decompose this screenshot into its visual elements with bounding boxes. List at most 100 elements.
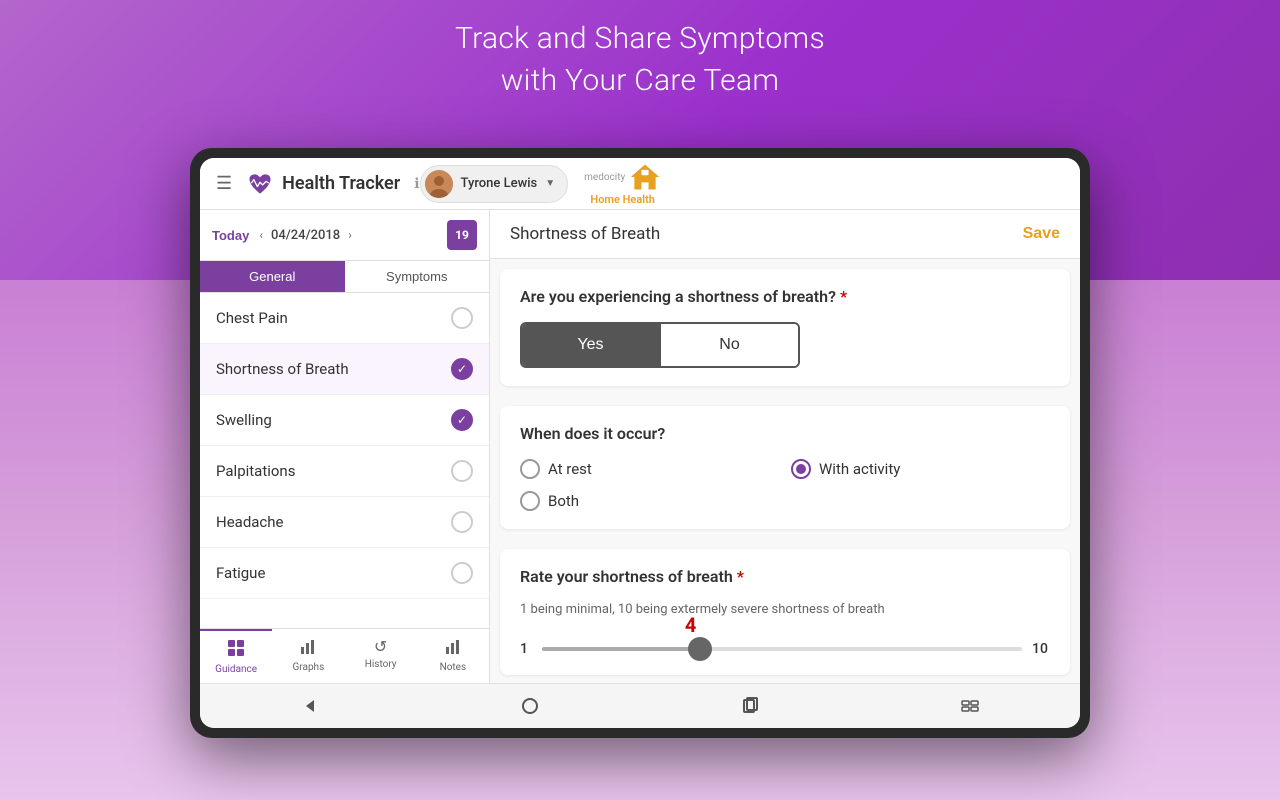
symptom-label: Swelling	[216, 411, 272, 429]
slider-section: 1 being minimal, 10 being extermely seve…	[520, 602, 1050, 657]
question-card-3: Rate your shortness of breath * 1 being …	[500, 549, 1070, 675]
symptom-item-palpitations[interactable]: Palpitations	[200, 446, 489, 497]
check-circle-checked: ✓	[451, 358, 473, 380]
info-icon[interactable]: ℹ	[414, 176, 419, 192]
date-bar: Today ‹ 04/24/2018 › 19	[200, 210, 489, 261]
question3-label: Rate your shortness of breath	[520, 567, 733, 586]
current-date: 04/24/2018	[271, 228, 340, 243]
user-selector[interactable]: Tyrone Lewis ▼	[420, 165, 569, 203]
slider-thumb[interactable]	[688, 637, 712, 661]
radio-both[interactable]: Both	[520, 491, 779, 511]
question-card-1: Are you experiencing a shortness of brea…	[500, 269, 1070, 386]
slider-container: 4 1 10	[520, 641, 1050, 657]
calendar-icon[interactable]: 19	[447, 220, 477, 250]
user-name: Tyrone Lewis	[461, 176, 538, 191]
main-content: Today ‹ 04/24/2018 › 19 General Symptoms	[200, 210, 1080, 683]
save-button[interactable]: Save	[1023, 225, 1060, 243]
tab-general[interactable]: General	[200, 261, 345, 292]
yes-button[interactable]: Yes	[522, 324, 659, 366]
nav-notes[interactable]: Notes	[417, 629, 489, 683]
symptom-label: Palpitations	[216, 462, 295, 480]
slider-min: 1	[520, 641, 532, 657]
check-circle-checked: ✓	[451, 409, 473, 431]
question-card-2: When does it occur? At rest With activit…	[500, 406, 1070, 529]
tablet-screen: ☰ Health Tracker ℹ Tyrone Lewis	[200, 158, 1080, 728]
radio-with-activity-label: With activity	[819, 460, 900, 478]
panel-title: Shortness of Breath	[510, 224, 660, 244]
required-star-3: *	[737, 567, 744, 586]
menu-icon[interactable]: ☰	[216, 173, 232, 194]
user-avatar	[425, 170, 453, 198]
symptom-item-shortness-of-breath[interactable]: Shortness of Breath ✓	[200, 344, 489, 395]
symptom-label: Fatigue	[216, 564, 265, 582]
symptom-tabs: General Symptoms	[200, 261, 489, 293]
history-icon: ↺	[374, 637, 387, 656]
user-dropdown-arrow: ▼	[545, 178, 555, 189]
header-title: Health Tracker	[282, 173, 400, 194]
radio-at-rest-label: At rest	[548, 460, 592, 478]
question1-text: Are you experiencing a shortness of brea…	[520, 287, 1050, 306]
symptom-item-fatigue[interactable]: Fatigue	[200, 548, 489, 599]
symptom-list: Chest Pain Shortness of Breath ✓ Swellin…	[200, 293, 489, 628]
check-circle	[451, 562, 473, 584]
symptom-item-headache[interactable]: Headache	[200, 497, 489, 548]
question2-text: When does it occur?	[520, 424, 1050, 443]
android-nav-bar	[200, 683, 1080, 728]
page-tagline: Track and Share Symptoms with Your Care …	[0, 18, 1280, 102]
check-circle	[451, 307, 473, 329]
symptom-label: Headache	[216, 513, 284, 531]
symptom-item-chest-pain[interactable]: Chest Pain	[200, 293, 489, 344]
android-recents-button[interactable]	[736, 692, 764, 720]
app-header: ☰ Health Tracker ℹ Tyrone Lewis	[200, 158, 1080, 210]
android-menu-button[interactable]	[956, 692, 984, 720]
yes-no-toggle: Yes No	[520, 322, 800, 368]
app-logo: Health Tracker ℹ	[246, 170, 419, 198]
brand-product: Home Health	[590, 193, 655, 206]
nav-notes-label: Notes	[440, 662, 467, 673]
today-button[interactable]: Today	[212, 228, 249, 243]
home-icon	[629, 161, 661, 193]
radio-group-occurrence: At rest With activity Both	[520, 459, 1050, 511]
tablet-frame: ☰ Health Tracker ℹ Tyrone Lewis	[190, 148, 1090, 738]
heartrate-icon	[246, 170, 274, 198]
symptom-item-swelling[interactable]: Swelling ✓	[200, 395, 489, 446]
no-button[interactable]: No	[661, 324, 798, 366]
slider-track[interactable]	[542, 647, 1022, 651]
panel-header: Shortness of Breath Save	[490, 210, 1080, 259]
sidebar: Today ‹ 04/24/2018 › 19 General Symptoms	[200, 210, 490, 683]
android-home-button[interactable]	[516, 692, 544, 720]
required-star: *	[840, 287, 847, 306]
radio-circle-at-rest	[520, 459, 540, 479]
radio-at-rest[interactable]: At rest	[520, 459, 779, 479]
date-nav: ‹ 04/24/2018 ›	[255, 226, 441, 244]
guidance-icon	[227, 639, 245, 661]
prev-date-arrow[interactable]: ‹	[255, 226, 267, 244]
android-back-button[interactable]	[296, 692, 324, 720]
symptom-label: Chest Pain	[216, 309, 288, 327]
brand-name: medocity	[584, 172, 625, 183]
next-date-arrow[interactable]: ›	[344, 226, 356, 244]
symptom-label: Shortness of Breath	[216, 360, 349, 378]
slider-max: 10	[1032, 641, 1050, 657]
question1-label: Are you experiencing a shortness of brea…	[520, 287, 836, 306]
nav-graphs[interactable]: Graphs	[272, 629, 344, 683]
bottom-nav: Guidance Graphs ↺ History	[200, 628, 489, 683]
radio-both-label: Both	[548, 492, 579, 510]
notes-icon	[444, 637, 462, 659]
nav-history-label: History	[365, 659, 397, 670]
slider-value: 4	[685, 613, 696, 637]
check-circle	[451, 511, 473, 533]
slider-description: 1 being minimal, 10 being extermely seve…	[520, 602, 1050, 617]
graphs-icon	[299, 637, 317, 659]
slider-fill	[542, 647, 700, 651]
nav-guidance[interactable]: Guidance	[200, 629, 272, 683]
check-circle	[451, 460, 473, 482]
nav-history[interactable]: ↺ History	[345, 629, 417, 683]
question3-text: Rate your shortness of breath *	[520, 567, 1050, 586]
medocity-logo: medocity Home Health	[584, 161, 661, 206]
tab-symptoms[interactable]: Symptoms	[345, 261, 490, 292]
radio-circle-with-activity	[791, 459, 811, 479]
nav-guidance-label: Guidance	[215, 664, 257, 675]
radio-with-activity[interactable]: With activity	[791, 459, 1050, 479]
radio-circle-both	[520, 491, 540, 511]
